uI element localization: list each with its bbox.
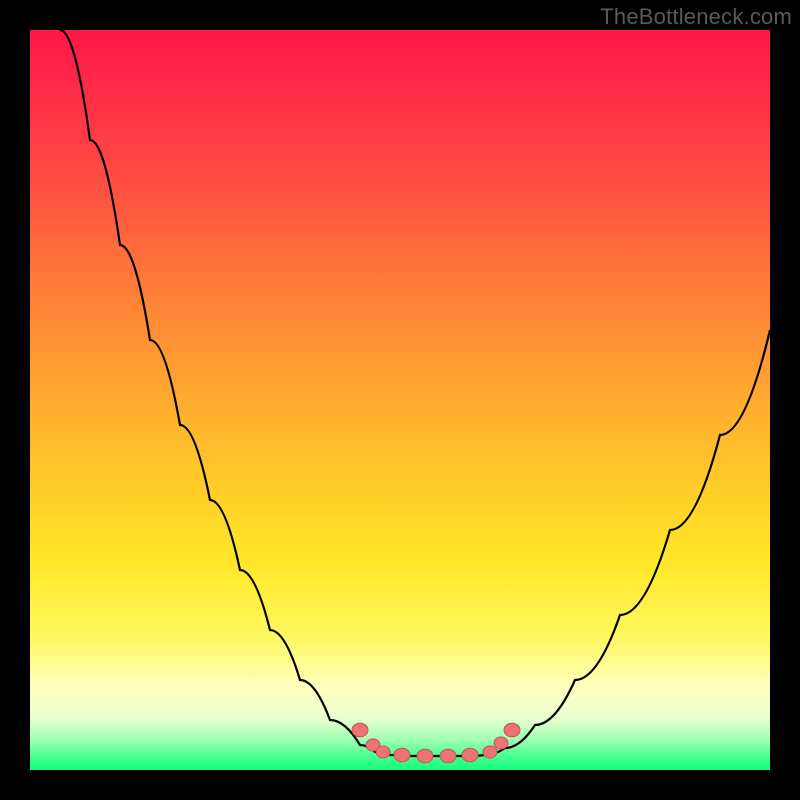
chart-plot-area <box>30 30 770 770</box>
watermark-text: TheBottleneck.com <box>600 4 792 30</box>
